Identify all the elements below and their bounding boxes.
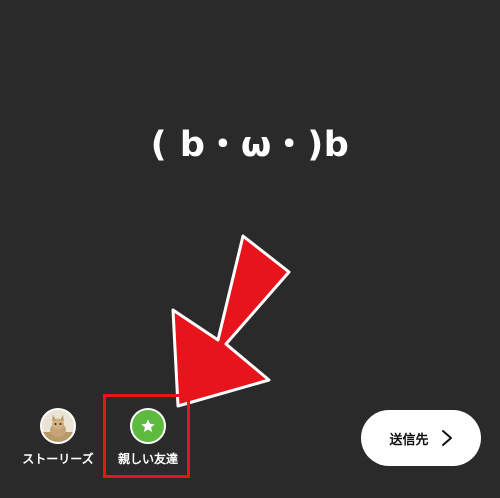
share-to-stories-option[interactable]: ストーリーズ bbox=[18, 408, 98, 467]
star-icon bbox=[141, 419, 155, 432]
close-friends-badge bbox=[130, 408, 166, 444]
send-to-button[interactable]: 送信先 bbox=[361, 410, 481, 466]
chevron-right-icon bbox=[441, 430, 452, 446]
close-friends-label: 親しい友達 bbox=[117, 452, 178, 466]
story-composer-screen: ( b・ω・)b ストーリーズ 親しい友達 送信先 bbox=[0, 0, 500, 498]
send-to-label: 送信先 bbox=[389, 432, 429, 448]
stories-label: ストーリーズ bbox=[22, 452, 94, 466]
profile-avatar bbox=[40, 408, 76, 444]
share-to-close-friends-option[interactable]: 親しい友達 bbox=[110, 408, 186, 467]
